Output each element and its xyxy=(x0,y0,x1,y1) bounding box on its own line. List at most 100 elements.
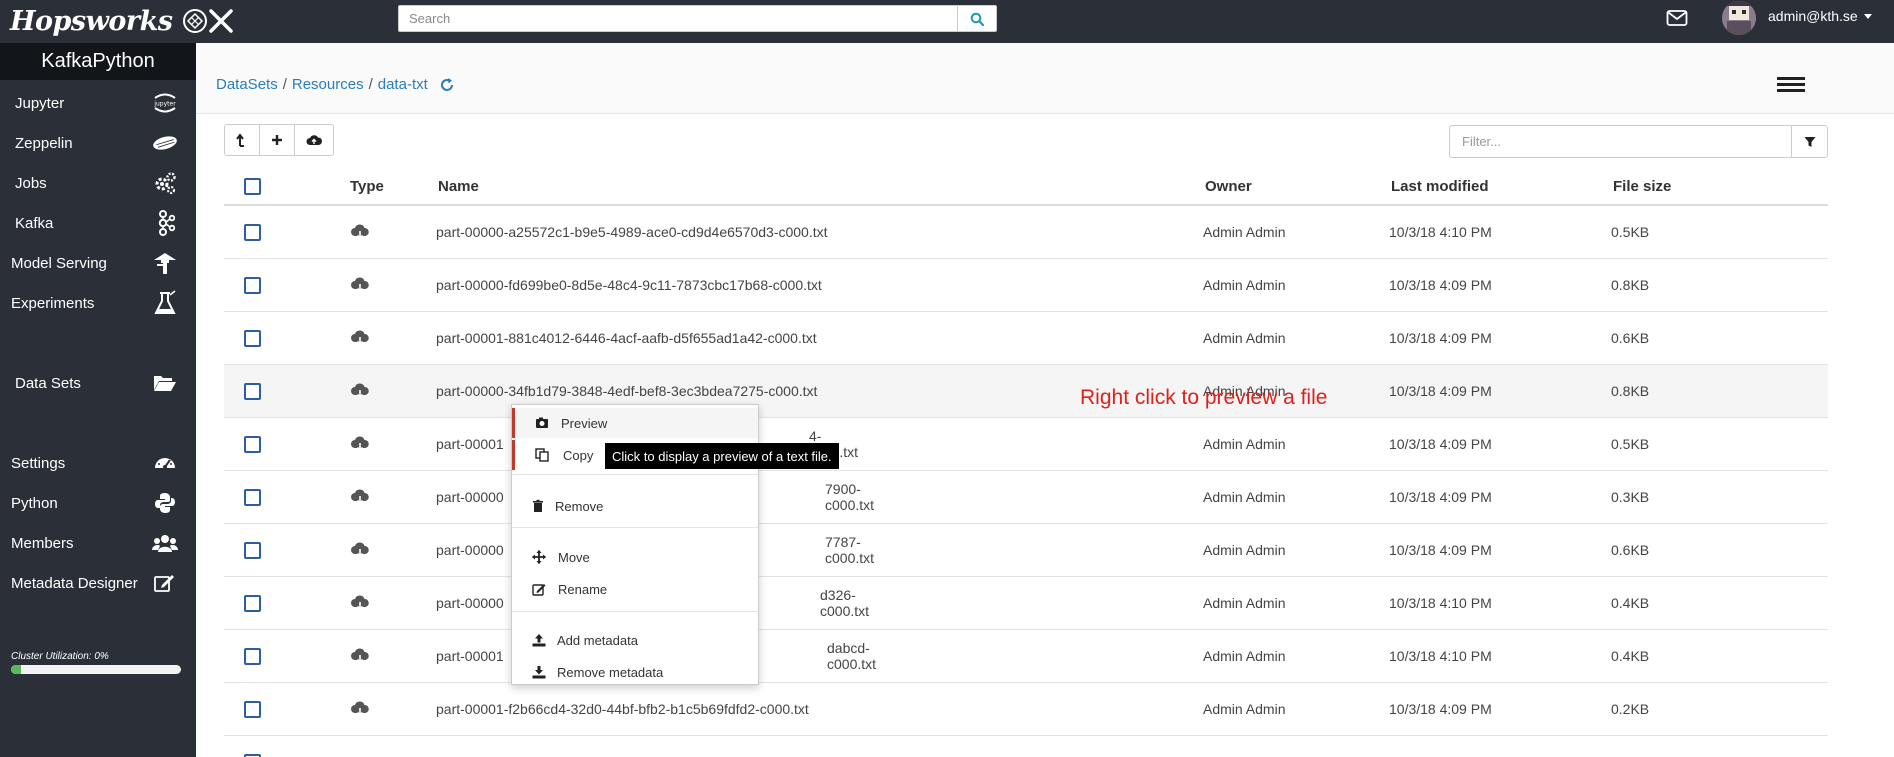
file-name[interactable]: part-000014-c000.txt xyxy=(436,418,858,470)
table-row[interactable]: part-00000 d326-c000.txt Admin Admin 10/3/1… xyxy=(224,577,1828,630)
table-row[interactable]: part-00001-f2b66cd4-32d0-44bf-bfb2-b1c5b… xyxy=(224,683,1828,736)
table-row[interactable]: part-000014-c000.txt Admin Admin 10/3/18 4… xyxy=(224,418,1828,471)
sidebar: KafkaPython Jupyter jupyter Zeppelin Job… xyxy=(0,43,196,757)
file-name[interactable]: part-00001-f2b66cd4-32d0-44bf-bfb2-b1c5b… xyxy=(436,683,809,735)
user-menu-toggle[interactable]: admin@kth.se xyxy=(1768,8,1872,24)
header-name[interactable]: Name xyxy=(438,168,479,204)
breadcrumb-data-txt[interactable]: data-txt xyxy=(378,76,428,93)
sidebar-item-settings[interactable]: Settings xyxy=(0,443,196,483)
file-size: 0.2KB xyxy=(1611,701,1650,717)
cluster-utilization-fill xyxy=(11,665,22,674)
sidebar-item-model-serving[interactable]: Model Serving xyxy=(0,243,196,283)
table-row[interactable]: part-00001 dabcd-c000.txt Admin Admin 10/3/… xyxy=(224,630,1828,683)
file-name-tail: 7787-c000.txt xyxy=(825,534,875,566)
table-row[interactable]: part-00000-a25572c1-b9e5-4989-ace0-cd9d4… xyxy=(224,206,1828,259)
header-owner[interactable]: Owner xyxy=(1205,168,1252,204)
preview-tooltip: Click to display a preview of a text fil… xyxy=(605,443,839,469)
new-folder-button[interactable] xyxy=(259,124,295,156)
row-checkbox[interactable] xyxy=(244,541,261,559)
row-checkbox[interactable] xyxy=(244,594,261,612)
file-name[interactable]: part-00000-a25572c1-b9e5-4989-ace0-cd9d4… xyxy=(436,206,828,258)
menu-item-label: Rename xyxy=(558,581,608,597)
header-file-size[interactable]: File size xyxy=(1613,168,1671,204)
search-input[interactable] xyxy=(398,5,958,32)
cloud-download-icon xyxy=(351,595,369,611)
close-icon[interactable] xyxy=(204,4,238,38)
file-name[interactable]: part-00000 7787-c000.txt xyxy=(436,524,874,576)
header-type[interactable]: Type xyxy=(350,168,384,204)
menu-divider xyxy=(512,527,758,528)
file-name-tail: 7900-c000.txt xyxy=(825,481,875,513)
cloud-download-icon xyxy=(351,436,369,452)
header-last-modified[interactable]: Last modified xyxy=(1391,168,1489,204)
file-name[interactable]: part-00000-fd699be0-8d5e-48c4-9c11-7873c… xyxy=(436,259,822,311)
hamburger-menu-icon[interactable] xyxy=(1777,77,1805,95)
search-button[interactable] xyxy=(957,5,997,32)
file-owner: Admin Admin xyxy=(1203,224,1286,240)
sidebar-item-jobs[interactable]: Jobs xyxy=(0,163,196,203)
file-owner: Admin Admin xyxy=(1203,701,1286,717)
file-modified: 10/3/18 4:09 PM xyxy=(1389,277,1492,293)
menu-item-remove-metadata[interactable]: Remove metadata xyxy=(512,657,758,687)
avatar[interactable] xyxy=(1722,1,1756,35)
breadcrumb-resources[interactable]: Resources xyxy=(292,76,364,93)
sidebar-item-data-sets[interactable]: Data Sets xyxy=(0,363,196,403)
table-row[interactable]: part-00000 7787-c000.txt Admin Admin 10/3/1… xyxy=(224,524,1828,577)
breadcrumb: DataSets / Resources / data-txt xyxy=(216,76,455,93)
cloud-download-icon xyxy=(351,383,369,399)
row-checkbox[interactable] xyxy=(244,276,261,294)
hopsworks-logo[interactable]: Hopsworks xyxy=(10,2,208,40)
cloud-upload-icon xyxy=(306,135,322,145)
table-row[interactable]: part-00000 7900-c000.txt Admin Admin 10/3/1… xyxy=(224,471,1828,524)
sidebar-item-python[interactable]: Python xyxy=(0,483,196,523)
refresh-icon[interactable] xyxy=(439,77,455,93)
table-row[interactable]: part-00001-881c4012-6446-4acf-aafb-d5f65… xyxy=(224,312,1828,365)
menu-item-add-metadata[interactable]: Add metadata xyxy=(512,625,758,655)
row-checkbox[interactable] xyxy=(244,488,261,506)
gears-icon xyxy=(152,170,178,196)
sidebar-item-label: Python xyxy=(11,494,58,512)
filter-input[interactable] xyxy=(1449,125,1792,158)
mail-icon[interactable] xyxy=(1666,9,1688,27)
file-size: 0.3KB xyxy=(1611,489,1650,505)
row-checkbox[interactable] xyxy=(244,223,261,241)
row-checkbox[interactable] xyxy=(244,435,261,453)
table-row[interactable] xyxy=(224,736,1828,757)
menu-item-preview[interactable]: Preview xyxy=(512,408,758,438)
menu-item-rename[interactable]: Rename xyxy=(512,574,758,604)
sidebar-item-kafka[interactable]: Kafka xyxy=(0,203,196,243)
select-all-checkbox[interactable] xyxy=(244,177,261,195)
menu-item-move[interactable]: Move xyxy=(512,542,758,572)
project-title[interactable]: KafkaPython xyxy=(0,43,196,80)
file-name[interactable]: part-00001 dabcd-c000.txt xyxy=(436,630,876,682)
sidebar-item-zeppelin[interactable]: Zeppelin xyxy=(0,123,196,163)
file-size: 0.8KB xyxy=(1611,277,1650,293)
avatar-image-icon xyxy=(1722,1,1756,35)
file-modified: 10/3/18 4:10 PM xyxy=(1389,595,1492,611)
file-size: 0.6KB xyxy=(1611,542,1650,558)
file-name[interactable]: part-00000 d326-c000.txt xyxy=(436,577,869,629)
menu-item-remove[interactable]: Remove xyxy=(512,491,758,521)
row-checkbox[interactable] xyxy=(244,647,261,665)
sidebar-item-metadata-designer[interactable]: Metadata Designer xyxy=(0,563,196,603)
filter-button[interactable] xyxy=(1791,125,1828,158)
file-modified: 10/3/18 4:09 PM xyxy=(1389,436,1492,452)
file-modified: 10/3/18 4:09 PM xyxy=(1389,330,1492,346)
camera-icon xyxy=(536,417,548,428)
main-content: DataSets / Resources / data-txt Type Nam… xyxy=(196,43,1894,757)
file-size: 0.6KB xyxy=(1611,330,1650,346)
row-checkbox[interactable] xyxy=(244,382,261,400)
upload-button[interactable] xyxy=(294,124,334,156)
navigate-up-button[interactable] xyxy=(224,124,260,156)
file-name[interactable]: part-00001-881c4012-6446-4acf-aafb-d5f65… xyxy=(436,312,817,364)
sidebar-item-jupyter[interactable]: Jupyter jupyter xyxy=(0,83,196,123)
table-row[interactable]: part-00000-34fb1d79-3848-4edf-bef8-3ec3b… xyxy=(224,365,1828,418)
sidebar-item-experiments[interactable]: Experiments xyxy=(0,283,196,323)
sidebar-item-members[interactable]: Members xyxy=(0,523,196,563)
row-checkbox[interactable] xyxy=(244,700,261,718)
row-checkbox[interactable] xyxy=(244,329,261,347)
table-row[interactable]: part-00000-fd699be0-8d5e-48c4-9c11-7873c… xyxy=(224,259,1828,312)
file-name[interactable]: part-00000 7900-c000.txt xyxy=(436,471,874,523)
file-name-text: part-00000-a25572c1-b9e5-4989-ace0-cd9d4… xyxy=(436,224,828,240)
breadcrumb-datasets[interactable]: DataSets xyxy=(216,76,278,93)
